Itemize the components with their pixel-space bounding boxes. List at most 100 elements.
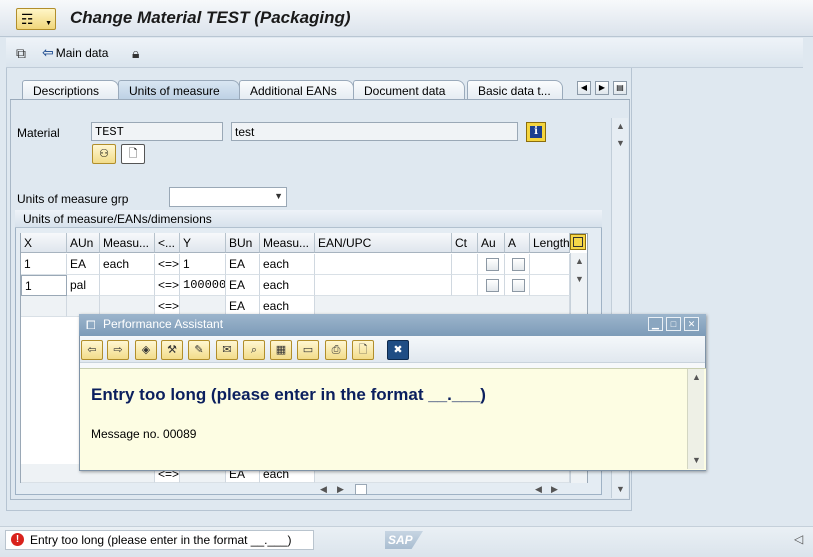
- find-button[interactable]: ⌕: [243, 340, 265, 360]
- info-button[interactable]: i: [526, 122, 546, 142]
- window-title: Change Material TEST (Packaging): [70, 8, 351, 27]
- table-cell[interactable]: 1: [21, 254, 67, 275]
- system-menu-button[interactable]: ☶ ▼: [16, 8, 56, 30]
- document-button[interactable]: 🗋︎: [121, 144, 145, 164]
- table-cell[interactable]: [315, 254, 452, 275]
- table-cell[interactable]: [530, 275, 570, 296]
- status-message[interactable]: Entry too long (please enter in the form…: [5, 530, 314, 550]
- table-hscrollbar[interactable]: ◀ ▶ ◀ ▶: [315, 484, 575, 496]
- scroll-up-icon[interactable]: ▲: [575, 256, 584, 266]
- forward-button[interactable]: ⇨: [107, 340, 129, 360]
- error-icon: !: [11, 533, 24, 546]
- status-expand-icon[interactable]: ◁: [794, 532, 803, 546]
- column-header[interactable]: Ct: [452, 233, 478, 253]
- minimize-button[interactable]: ▁: [648, 317, 663, 331]
- tab-document-data[interactable]: Document data: [353, 80, 465, 100]
- scroll-left-icon[interactable]: ◀: [320, 484, 327, 495]
- column-header[interactable]: <...: [155, 233, 180, 253]
- tab-basic-data-text[interactable]: Basic data t...: [467, 80, 563, 100]
- tab-label: Units of measure: [129, 84, 220, 98]
- scroll-right-icon[interactable]: ▶: [551, 484, 558, 495]
- table-settings-button[interactable]: [570, 234, 586, 250]
- column-header[interactable]: BUn: [226, 233, 260, 253]
- arrow-left-icon: ⇦: [42, 44, 54, 60]
- system-menu-icon: ☶: [21, 11, 34, 27]
- org-levels-icon[interactable]: ⧉: [16, 45, 26, 61]
- column-header[interactable]: EAN/UPC: [315, 233, 452, 253]
- comment-button[interactable]: ✉: [216, 340, 238, 360]
- tab-additional-eans[interactable]: Additional EANs: [239, 80, 354, 100]
- dialog-scrollbar[interactable]: ▲ ▼: [687, 369, 704, 469]
- close-button[interactable]: ✕: [684, 317, 699, 331]
- book-button[interactable]: ◈: [135, 340, 157, 360]
- column-header[interactable]: AUn: [67, 233, 100, 253]
- tab-scroll-right-icon[interactable]: ▶: [595, 81, 609, 95]
- table-cell[interactable]: 100000: [180, 275, 226, 296]
- tab-descriptions[interactable]: Descriptions: [22, 80, 119, 100]
- main-data-button[interactable]: ⇦ Main data: [42, 44, 108, 61]
- find-icon: ⌕: [250, 344, 258, 356]
- scroll-left-icon[interactable]: ◀: [535, 484, 542, 495]
- tab-scroll-left-icon[interactable]: ◀: [577, 81, 591, 95]
- checkbox-a[interactable]: [512, 258, 525, 271]
- dialog-body: [80, 368, 706, 470]
- checkbox-au[interactable]: [486, 279, 499, 292]
- dialog-icon: ⧠: [86, 318, 96, 332]
- scroll-thumb[interactable]: [355, 484, 367, 495]
- cancel-button[interactable]: ✖: [387, 340, 409, 360]
- message-number: Message no. 00089: [91, 427, 197, 441]
- lock-icon[interactable]: 🔒︎: [132, 45, 139, 61]
- table-cell[interactable]: pal: [67, 275, 100, 296]
- tab-label: Basic data t...: [478, 84, 551, 98]
- column-header[interactable]: X: [21, 233, 67, 253]
- edit-button[interactable]: ✎: [188, 340, 210, 360]
- table-cell: each: [100, 254, 155, 275]
- maximize-button[interactable]: □: [666, 317, 681, 331]
- column-header[interactable]: Length: [530, 233, 570, 253]
- table-cell: each: [260, 254, 315, 275]
- scroll-right-icon[interactable]: ▶: [337, 484, 344, 495]
- print-button[interactable]: 🗋︎: [352, 340, 374, 360]
- column-header[interactable]: Measu...: [100, 233, 155, 253]
- scroll-down-icon[interactable]: ▼: [616, 138, 625, 148]
- checkbox-a[interactable]: [512, 279, 525, 292]
- list-icon: ▦: [275, 344, 287, 356]
- table-cell[interactable]: [452, 275, 478, 296]
- arrow-left-icon: ⇦: [87, 344, 97, 356]
- tab-units-of-measure[interactable]: Units of measure: [118, 80, 240, 100]
- glasses-button[interactable]: ⚇: [92, 144, 116, 164]
- table-cell: <=>: [155, 254, 180, 275]
- table-cell[interactable]: 1: [180, 254, 226, 275]
- uom-group-select[interactable]: ▼: [169, 187, 287, 207]
- table-cell[interactable]: [452, 254, 478, 275]
- scroll-down-icon[interactable]: ▼: [692, 455, 701, 465]
- scroll-up-icon[interactable]: ▲: [692, 372, 701, 382]
- list-button[interactable]: ▦: [270, 340, 292, 360]
- table-cell[interactable]: [315, 275, 452, 296]
- print-icon: 🗋︎: [358, 344, 368, 356]
- material-field[interactable]: TEST: [91, 122, 223, 141]
- technical-info-button[interactable]: ⚒: [161, 340, 183, 360]
- table-cell[interactable]: [21, 296, 67, 317]
- scroll-up-icon[interactable]: ▲: [616, 121, 625, 131]
- checkbox-au[interactable]: [486, 258, 499, 271]
- material-description-field[interactable]: test: [231, 122, 518, 141]
- table-cell[interactable]: EA: [67, 254, 100, 275]
- column-header[interactable]: Y: [180, 233, 226, 253]
- dialog-title: Performance Assistant: [79, 314, 706, 336]
- column-header[interactable]: Au: [478, 233, 505, 253]
- table-cell[interactable]: [530, 254, 570, 275]
- cancel-icon: ✖: [393, 344, 403, 356]
- display-button[interactable]: ▭: [297, 340, 319, 360]
- scroll-down-icon[interactable]: ▼: [575, 274, 584, 284]
- column-header[interactable]: A: [505, 233, 530, 253]
- print-preview-button[interactable]: ⎙: [325, 340, 347, 360]
- scroll-down-icon[interactable]: ▼: [616, 484, 625, 494]
- table-cell[interactable]: 1: [21, 275, 67, 296]
- book-icon: ◈: [141, 344, 151, 356]
- column-header[interactable]: Measu...: [260, 233, 315, 253]
- back-button[interactable]: ⇦: [81, 340, 103, 360]
- tab-list-icon[interactable]: ▤: [613, 81, 627, 95]
- table-cell: EA: [226, 275, 260, 296]
- error-headline: Entry too long (please enter in the form…: [91, 385, 486, 404]
